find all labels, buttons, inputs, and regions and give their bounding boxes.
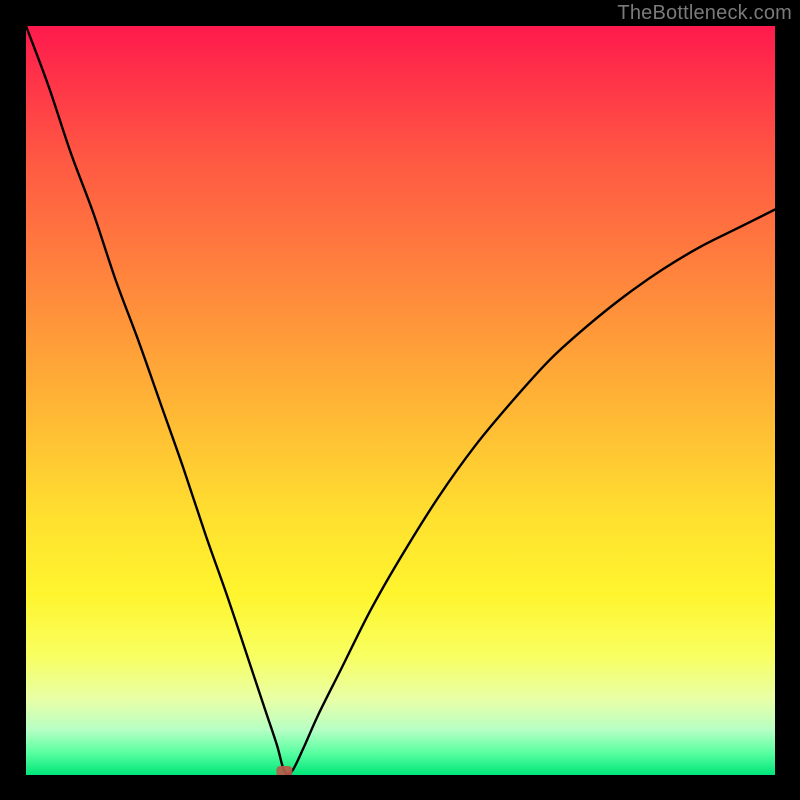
plot-area	[26, 26, 775, 775]
bottleneck-curve	[26, 26, 775, 774]
min-marker	[276, 766, 292, 775]
chart-frame: TheBottleneck.com	[0, 0, 800, 800]
curve-layer	[26, 26, 775, 775]
watermark-text: TheBottleneck.com	[617, 2, 792, 25]
